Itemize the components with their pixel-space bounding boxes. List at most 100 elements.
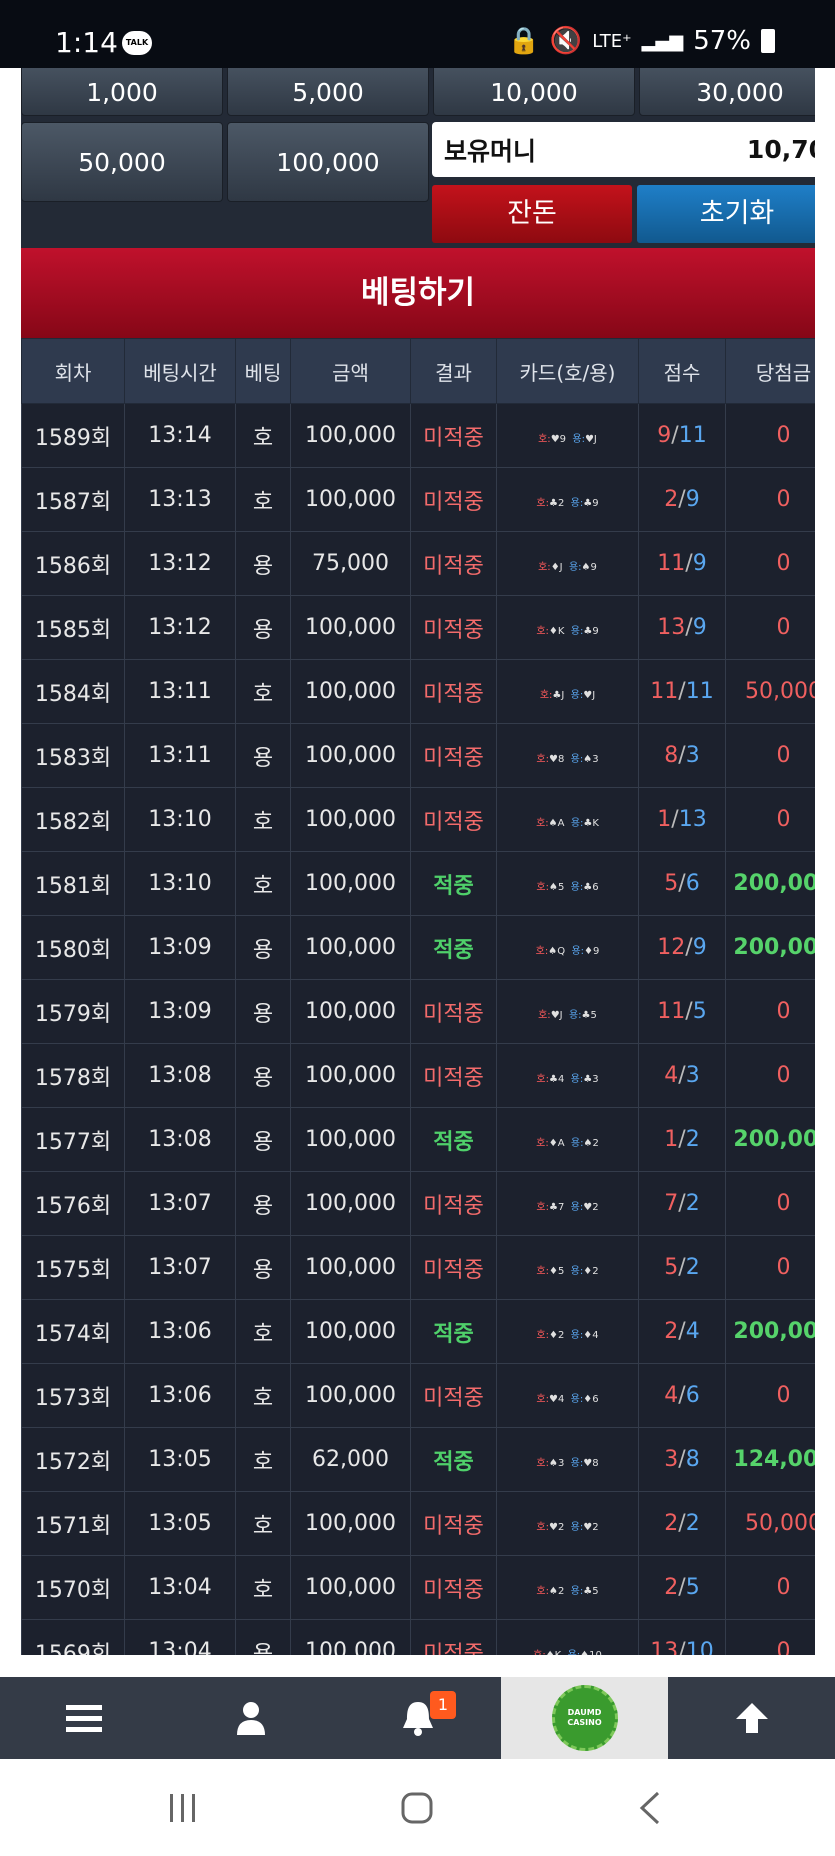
time-cell: 13:13 [124,467,236,532]
score-yong: 13 [678,807,707,832]
round-value: 1579회 [34,1001,112,1027]
payout-cell: 124,000 [725,1427,815,1492]
score-separator: / [685,935,693,960]
change-button[interactable]: 잔돈 [432,185,632,243]
home-button[interactable] [377,1785,457,1831]
card-ho: ♥9 [550,434,567,445]
back-button[interactable] [610,1785,690,1831]
bet-cell: 호 [235,1555,291,1620]
payout-cell: 0 [725,403,815,468]
chip-button-1000[interactable]: 1,000 [21,68,223,116]
score-ho: 1 [657,807,672,832]
score-cell: 2/2 [638,1491,726,1556]
amount-value: 62,000 [312,1447,389,1472]
chip-button-30000[interactable]: 30,000 [639,68,815,116]
score-separator: / [678,1319,686,1344]
bet-value: 호 [252,1321,274,1347]
time-cell: 13:06 [124,1363,236,1428]
payout-value: 200,000 [733,871,815,896]
time-value: 13:05 [148,1511,212,1536]
col-cards: 카드(호/용) [496,338,639,404]
round-cell: 1579회 [21,979,125,1044]
score-separator: / [678,1447,686,1472]
amount-value: 100,000 [305,615,396,640]
menu-button[interactable] [0,1677,167,1759]
payout-cell: 0 [725,1171,815,1236]
col-bet-time: 베팅시간 [124,338,236,404]
card-yong-label: 용: [570,1394,584,1405]
card-ho: ♥J [550,1010,563,1021]
amount-cell: 100,000 [290,1235,411,1300]
profile-button[interactable] [167,1677,334,1759]
score-cell: 3/8 [638,1427,726,1492]
reset-button[interactable]: 초기화 [637,185,815,243]
chip-button-10000[interactable]: 10,000 [433,68,635,116]
payout-value: 0 [776,807,791,832]
card-yong: ♦4 [583,1330,599,1341]
payout-cell: 0 [725,467,815,532]
signal-icon: ▂▄▆ [641,30,684,52]
chip-button-100000[interactable]: 100,000 [227,122,429,202]
balance-label: 보유머니 [444,136,537,166]
result-cell: 미적중 [410,403,497,468]
cards-value: 호:♦5 용:♦2 [536,1266,598,1277]
score-cell: 2/4 [638,1299,726,1364]
score-separator: / [678,487,686,512]
score-ho: 7 [664,1191,679,1216]
hamburger-icon [65,1705,102,1732]
chip-button-50000[interactable]: 50,000 [21,122,223,202]
casino-logo-button[interactable]: DAUMD CASINO [501,1677,668,1759]
bet-history-table: 회차 베팅시간 베팅 금액 결과 카드(호/용) 점수 당첨금 1589회 13:… [21,338,815,1655]
time-value: 13:12 [148,551,212,576]
recent-apps-icon [170,1794,195,1822]
round-value: 1572회 [34,1449,112,1475]
round-cell: 1581회 [21,851,125,916]
time-value: 13:10 [148,807,212,832]
card-ho: ♠3 [548,1458,565,1469]
bet-value: 호 [252,681,274,707]
card-ho-label: 호: [539,690,553,701]
amount-cell: 100,000 [290,979,411,1044]
result-value: 적중 [433,1449,474,1475]
amount-value: 100,000 [305,1319,396,1344]
col-payout: 당첨금 [725,338,815,404]
bet-value: 용 [252,1641,274,1656]
card-ho-label: 호: [536,1586,549,1597]
chip-button-5000[interactable]: 5,000 [227,68,429,116]
notification-button[interactable]: 1 [334,1677,501,1759]
bet-value: 호 [252,1385,274,1411]
score-cell: 7/2 [638,1171,726,1236]
card-yong: ♣5 [583,1586,599,1597]
score-ho: 3 [664,1447,679,1472]
time-value: 13:04 [148,1639,212,1655]
card-yong-label: 용: [568,1650,581,1655]
round-value: 1573회 [34,1385,112,1411]
cards-cell: 호:♥9 용:♥J [496,403,639,468]
card-yong: ♥2 [583,1522,599,1533]
amount-value: 100,000 [305,487,396,512]
payout-cell: 200,000 [725,915,815,980]
score-cell: 2/5 [638,1555,726,1620]
payout-value: 0 [776,1383,791,1408]
col-result: 결과 [410,338,497,404]
amount-cell: 100,000 [290,595,411,660]
recent-apps-button[interactable] [143,1785,223,1831]
round-value: 1575회 [34,1257,112,1283]
cards-cell: 호:♠5 용:♣6 [496,851,639,916]
kakaotalk-icon: TALK [122,31,152,55]
balance-display: 보유머니 10,70 [432,122,815,177]
result-cell: 미적중 [410,1555,497,1620]
score-yong: 5 [685,1575,700,1600]
result-value: 미적중 [423,1001,484,1027]
amount-value: 100,000 [305,807,396,832]
bet-cell: 용 [235,979,291,1044]
payout-value: 0 [776,423,791,448]
amount-value: 100,000 [305,679,396,704]
score-cell: 11/5 [638,979,726,1044]
cards-value: 호:♠Q 용:♦9 [536,946,600,957]
notification-badge: 1 [430,1691,456,1719]
scroll-top-button[interactable] [668,1677,835,1759]
round-cell: 1580회 [21,915,125,980]
time-cell: 13:06 [124,1299,236,1364]
amount-cell: 100,000 [290,1171,411,1236]
